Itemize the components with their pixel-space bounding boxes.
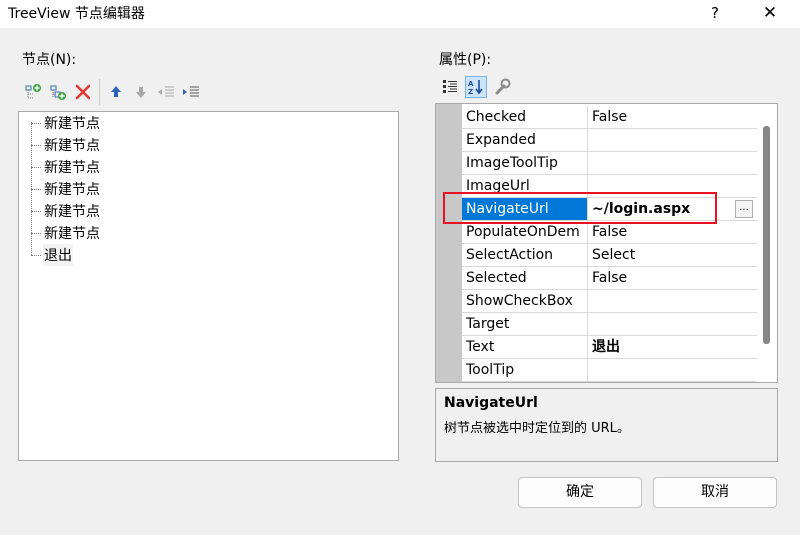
nodes-toolbar — [24, 79, 200, 105]
tree-node-label: 新建节点 — [44, 116, 100, 132]
close-button[interactable]: ✕ — [755, 2, 785, 26]
property-row[interactable]: Expanded — [462, 129, 757, 152]
window-title: TreeView 节点编辑器 — [8, 6, 145, 22]
property-value[interactable]: False — [589, 221, 757, 243]
property-name: SelectAction — [462, 244, 588, 266]
outdent-icon — [157, 83, 175, 101]
tree-node[interactable]: 新建节点 — [31, 134, 101, 156]
property-row[interactable]: ImageToolTip — [462, 152, 757, 175]
property-description: NavigateUrl 树节点被选中时定位到的 URL。 — [435, 388, 778, 462]
property-grid[interactable]: Checked False Expanded ImageToolTip Image… — [435, 103, 778, 383]
property-name: Target — [462, 313, 588, 335]
node-tree[interactable]: 新建节点 新建节点 新建节点 新建节点 新建节点 新建节点 退出 — [18, 111, 399, 461]
title-bar: TreeView 节点编辑器 ? ✕ — [0, 0, 800, 28]
tree-node-label: 新建节点 — [44, 204, 100, 220]
tree-node-label: 新建节点 — [44, 182, 100, 198]
delete-icon[interactable] — [74, 83, 92, 101]
annotation-highlight-box — [443, 192, 717, 224]
tree-node[interactable]: 新建节点 — [31, 200, 101, 222]
indent-icon[interactable] — [182, 83, 200, 101]
description-text: 树节点被选中时定位到的 URL。 — [444, 421, 630, 436]
tree-node-label: 退出 — [43, 244, 73, 266]
properties-label: 属性(P): — [439, 52, 492, 68]
property-name: PopulateOnDem — [462, 221, 588, 243]
property-row[interactable]: ToolTip — [462, 359, 757, 382]
tree-node-label: 新建节点 — [44, 138, 100, 154]
property-row[interactable]: PopulateOnDem False — [462, 221, 757, 244]
tree-node[interactable]: 新建节点 — [31, 222, 101, 244]
property-name: ShowCheckBox — [462, 290, 588, 312]
property-row[interactable]: Target — [462, 313, 757, 336]
property-value[interactable] — [589, 129, 757, 151]
add-root-icon[interactable] — [24, 83, 42, 101]
property-name: Selected — [462, 267, 588, 289]
property-value[interactable]: Select — [589, 244, 757, 266]
toolbar-separator — [99, 79, 100, 105]
property-row[interactable]: SelectAction Select — [462, 244, 757, 267]
property-value[interactable]: 退出 — [589, 336, 757, 358]
svg-text:A: A — [468, 80, 474, 88]
property-name: Text — [462, 336, 588, 358]
tree-node-label: 新建节点 — [44, 226, 100, 242]
description-title: NavigateUrl — [444, 395, 538, 411]
property-value[interactable] — [589, 152, 757, 174]
property-row[interactable]: Checked False — [462, 106, 757, 129]
cancel-button[interactable]: 取消 — [653, 477, 777, 508]
property-value[interactable]: False — [589, 267, 757, 289]
categorized-icon[interactable] — [441, 78, 459, 96]
scrollbar-thumb[interactable] — [763, 126, 770, 344]
property-value[interactable] — [589, 290, 757, 312]
property-name: ToolTip — [462, 359, 588, 381]
tree-node-label: 新建节点 — [44, 160, 100, 176]
tree-node[interactable]: 新建节点 — [31, 112, 101, 134]
move-down-icon — [132, 83, 150, 101]
property-pages-icon — [493, 78, 511, 96]
property-name: Expanded — [462, 129, 588, 151]
url-browse-button[interactable]: ... — [735, 200, 753, 218]
nodes-label: 节点(N): — [22, 52, 77, 68]
help-button[interactable]: ? — [700, 2, 730, 26]
alphabetical-icon[interactable]: AZ — [465, 76, 487, 98]
property-value[interactable]: False — [589, 106, 757, 128]
property-row[interactable]: Text 退出 — [462, 336, 757, 359]
add-child-icon[interactable] — [49, 83, 67, 101]
property-row[interactable]: ShowCheckBox — [462, 290, 757, 313]
property-row[interactable]: Selected False — [462, 267, 757, 290]
properties-toolbar: AZ — [441, 76, 511, 98]
svg-text:Z: Z — [468, 88, 473, 96]
tree-node[interactable]: 新建节点 — [31, 156, 101, 178]
property-value[interactable] — [589, 313, 757, 335]
property-name: Checked — [462, 106, 588, 128]
grid-gutter — [436, 104, 462, 382]
property-name: ImageToolTip — [462, 152, 588, 174]
ok-button[interactable]: 确定 — [518, 477, 642, 508]
tree-node[interactable]: 新建节点 — [31, 178, 101, 200]
tree-node-selected[interactable]: 退出 — [31, 244, 73, 266]
property-value[interactable] — [589, 359, 757, 381]
move-up-icon[interactable] — [107, 83, 125, 101]
